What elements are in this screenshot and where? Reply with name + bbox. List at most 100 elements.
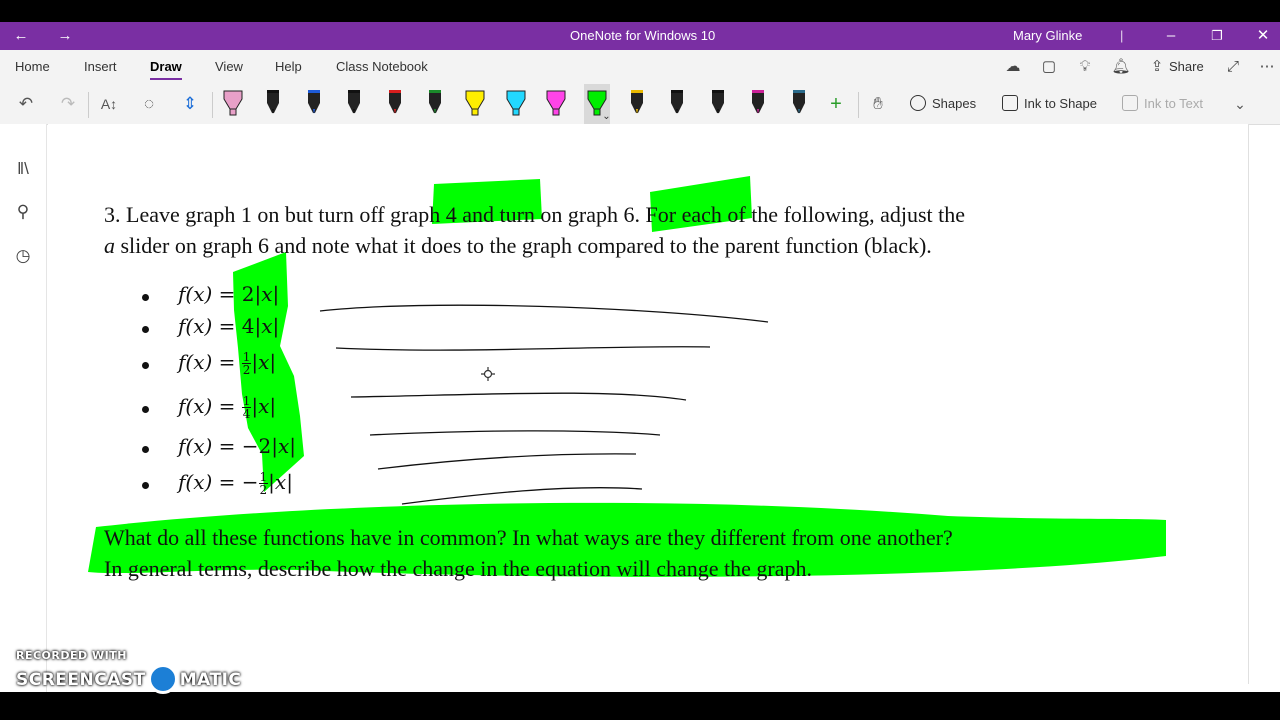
shapes-label: Shapes (932, 96, 977, 111)
note-page[interactable]: 3. Leave graph 1 on but turn off graph 4… (48, 124, 1249, 684)
title-bar: ← → OneNote for Windows 10 Mary Glinke |… (0, 22, 1280, 50)
tab-class-notebook[interactable]: Class Notebook (336, 50, 428, 84)
toolbar-separator (858, 92, 859, 118)
share-button[interactable]: Share (1169, 50, 1204, 84)
lasso-select-icon[interactable]: ◌ (137, 90, 161, 118)
blue-pen-1-icon[interactable] (301, 84, 327, 124)
screencast-watermark: RECORDED WITH SCREENCAST MATIC (16, 649, 241, 694)
variable-a: a (104, 233, 115, 258)
tab-home[interactable]: Home (15, 50, 50, 84)
close-icon[interactable]: ✕ (1248, 22, 1278, 50)
lightbulb-icon[interactable]: 💡︎ (1074, 56, 1096, 78)
watermark-recorded-with: RECORDED WITH (16, 649, 127, 662)
galaxy-pen-icon[interactable] (745, 84, 771, 124)
more-options-icon[interactable]: ⋯ (1256, 56, 1278, 78)
function-lhs: f(x) = (178, 314, 242, 338)
bell-icon[interactable]: 🔔︎ (1110, 56, 1132, 78)
pen-cursor-icon (481, 367, 495, 381)
function-fraction: 14 (241, 395, 252, 421)
ink-to-shape-button[interactable]: Ink to Shape (1002, 84, 1097, 124)
magenta-highlighter-icon[interactable] (543, 84, 569, 124)
function-rhs: |x| (251, 394, 277, 418)
recent-clock-icon[interactable]: ◷ (12, 245, 34, 267)
notebook-view-icon[interactable]: ▢ (1038, 56, 1060, 78)
pink-highlighter-icon[interactable] (220, 84, 246, 124)
function-lhs: f(x) = (178, 282, 242, 306)
onenote-window: ← → OneNote for Windows 10 Mary Glinke |… (0, 22, 1280, 692)
fraction-denominator: 4 (242, 407, 251, 421)
green-highlighter-icon[interactable]: ⌄ (583, 84, 611, 124)
black-pen-4-icon[interactable] (705, 84, 731, 124)
function-rhs: |x| (254, 314, 280, 338)
black-pen-1-icon[interactable] (260, 84, 286, 124)
question-line-1: What do all these functions have in comm… (104, 525, 953, 550)
undo-icon[interactable]: ↶ (14, 90, 38, 118)
function-sign: − (241, 470, 259, 494)
red-pen-icon[interactable] (382, 84, 408, 124)
function-coefficient: 2 (241, 282, 255, 306)
ink-to-shape-icon (1002, 95, 1018, 111)
tab-draw[interactable]: Draw (150, 50, 182, 84)
forward-arrow-icon[interactable]: → (50, 22, 80, 50)
ink-to-shape-label: Ink to Shape (1024, 96, 1097, 111)
function-rhs: |x| (251, 350, 277, 374)
tab-help[interactable]: Help (275, 50, 302, 84)
teal-pen-icon[interactable] (786, 84, 812, 124)
window-title: OneNote for Windows 10 (570, 28, 716, 43)
black-pen-2-icon[interactable] (341, 84, 367, 124)
toolbar-separator (212, 92, 213, 118)
shapes-icon (910, 95, 926, 111)
function-fraction: 12 (258, 471, 269, 497)
search-icon[interactable]: ⚲ (12, 201, 34, 223)
minimize-icon[interactable]: – (1156, 22, 1186, 50)
watermark-right: MATIC (179, 670, 242, 690)
function-rhs: |x| (268, 470, 293, 494)
shapes-button[interactable]: Shapes (910, 84, 976, 124)
restore-icon[interactable]: ❐ (1202, 22, 1232, 50)
function-lhs: f(x) = (178, 394, 242, 418)
function-rhs: |x| (254, 282, 280, 306)
ink-to-text-button[interactable]: Ink to Text (1122, 84, 1203, 124)
function-coefficient: −2 (241, 434, 272, 458)
instruction-line-2-text: slider on graph 6 and note what it does … (115, 233, 932, 258)
tab-view[interactable]: View (215, 50, 243, 84)
function-item: f(x) = −2|x| (178, 434, 296, 458)
question-line-2: In general terms, describe how the chang… (104, 556, 813, 581)
function-item: f(x) = 2|x| (178, 282, 279, 306)
yellow-highlighter-icon[interactable] (462, 84, 488, 124)
user-name[interactable]: Mary Glinke (1013, 22, 1082, 50)
function-lhs: f(x) = (178, 470, 242, 494)
instruction-line-1: 3. Leave graph 1 on but turn off graph 4… (104, 202, 966, 227)
add-pen-icon[interactable]: + (824, 90, 848, 118)
sync-icon[interactable]: ☁ (1002, 56, 1024, 78)
screencast-logo-icon (147, 664, 178, 694)
answer-line-2 (335, 346, 711, 351)
gold-pen-icon[interactable] (624, 84, 650, 124)
redo-icon[interactable]: ↷ (56, 90, 80, 118)
type-select-icon[interactable]: A↕ (97, 90, 121, 118)
back-arrow-icon[interactable]: ← (6, 22, 36, 50)
list-bullet (142, 362, 149, 369)
toolbar-separator (88, 92, 89, 118)
title-separator: | (1120, 28, 1124, 43)
cyan-highlighter-icon[interactable] (503, 84, 529, 124)
function-item: f(x) = 1 2 |x| (178, 350, 276, 376)
fraction-denominator: 2 (242, 363, 251, 377)
list-bullet (142, 294, 149, 301)
answer-line-5 (377, 453, 637, 470)
touch-draw-icon[interactable]: ✋︎ (866, 90, 890, 118)
list-bullet (142, 326, 149, 333)
notebooks-icon[interactable]: ‖\ (12, 158, 34, 180)
add-space-icon[interactable]: ⇕ (178, 90, 202, 118)
fraction-denominator: 2 (259, 483, 268, 497)
function-item: f(x) = 1 4 |x| (178, 394, 276, 420)
share-icon[interactable]: ⇪ (1146, 56, 1168, 78)
green-pen-icon[interactable] (422, 84, 448, 124)
tab-insert[interactable]: Insert (84, 50, 117, 84)
chevron-down-icon[interactable]: ⌄ (1228, 90, 1252, 118)
function-item: f(x) = −1 2 |x| (178, 470, 293, 496)
answer-line-6 (401, 487, 643, 505)
instruction-line-2: a slider on graph 6 and note what it doe… (104, 233, 932, 259)
expand-icon[interactable]: ⤢ (1222, 56, 1244, 78)
black-pen-3-icon[interactable] (664, 84, 690, 124)
